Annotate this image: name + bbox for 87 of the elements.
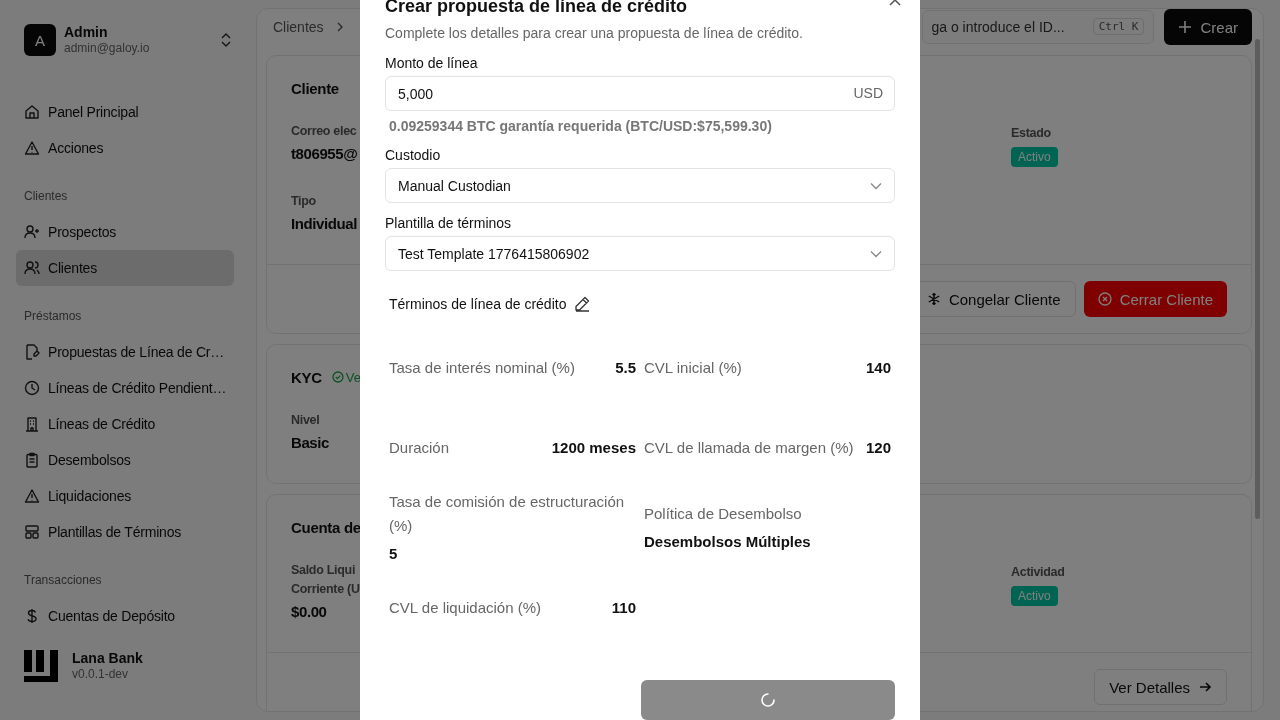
x-circle-icon	[1097, 292, 1112, 306]
field-label: Correo elec	[291, 123, 357, 140]
chevron-down-icon	[870, 249, 882, 258]
template-select[interactable]: Test Template 1776415806902	[385, 236, 895, 271]
clipboard-icon	[24, 452, 40, 468]
field-value: t806955@	[291, 145, 358, 162]
field-value: Individual	[291, 215, 357, 232]
nav-item[interactable]: Líneas de Crédito Pendient…	[16, 370, 235, 406]
snowflake-icon	[926, 292, 941, 306]
currency-suffix: USD	[853, 85, 883, 101]
term-value: 140	[865, 358, 891, 378]
home-icon	[24, 104, 40, 120]
create-button[interactable]: Crear	[1164, 9, 1252, 45]
nav-item[interactable]: Plantillas de Términos	[16, 514, 235, 550]
term-label: Duración	[389, 438, 450, 458]
chevron-right-icon	[335, 21, 344, 33]
collateral-hint: 0.09259344 BTC garantía requerida (BTC/USD:$75,599.30)	[389, 117, 772, 135]
dollar-icon	[24, 608, 40, 624]
term-label: Tasa de comisión de estructuración (%)	[389, 492, 626, 536]
term-label: CVL de llamada de margen (%)	[644, 438, 854, 458]
building-icon	[24, 416, 40, 432]
user-plus-icon	[24, 224, 40, 240]
status-badge: Activo	[1011, 147, 1058, 167]
section-title: Préstamos	[23, 308, 83, 325]
field-label: Actividad	[1011, 564, 1065, 581]
warning-icon	[24, 140, 40, 156]
field-label: Nivel	[291, 412, 320, 429]
document-edit-icon	[24, 344, 40, 360]
clock-icon	[24, 380, 40, 396]
term-value: 110	[611, 598, 636, 618]
check-circle-icon	[331, 371, 344, 383]
term-label: CVL inicial (%)	[644, 358, 742, 378]
details-button[interactable]: Ver Detalles	[1094, 669, 1227, 705]
card-title: Cliente	[291, 79, 339, 97]
scrollbar[interactable]	[1255, 39, 1260, 519]
term-value: 1200 meses	[551, 438, 636, 458]
app-version: v0.0.1-dev	[72, 667, 129, 682]
warning-icon	[24, 488, 40, 504]
card-title: KYC	[291, 368, 322, 386]
term-value: Desembolsos Múltiples	[644, 532, 811, 552]
users-icon	[24, 260, 40, 276]
status-badge: Activo	[1011, 586, 1058, 606]
nav-item[interactable]: Panel Principal	[16, 94, 235, 130]
nav-item[interactable]: Clientes	[16, 250, 235, 286]
section-title: Transacciones	[23, 572, 103, 589]
breadcrumb-link[interactable]: Clientes	[273, 19, 324, 35]
pencil-icon[interactable]	[574, 296, 591, 312]
field-label: Custodio	[385, 146, 441, 165]
term-label: Política de Desembolso	[644, 504, 802, 524]
term-value: 5.5	[615, 358, 636, 378]
term-value: 120	[865, 438, 891, 458]
layout-icon	[24, 524, 40, 540]
nav-item[interactable]: Propuestas de Línea de Cr…	[16, 334, 235, 370]
term-value: 5	[389, 544, 398, 564]
card-title: Cuenta de	[291, 518, 361, 536]
field-label: Saldo Liqui Corriente (U	[291, 562, 360, 598]
verified-label: Ve	[345, 369, 361, 385]
plus-icon	[1178, 20, 1193, 34]
nav-item[interactable]: Acciones	[16, 130, 235, 166]
field-label: Monto de línea	[385, 54, 478, 73]
section-title: Clientes	[23, 188, 69, 205]
nav-item[interactable]: Liquidaciones	[16, 478, 235, 514]
chevron-updown-icon[interactable]	[220, 32, 232, 48]
arrow-right-icon	[1198, 680, 1212, 694]
close-client-button[interactable]: Cerrar Cliente	[1083, 281, 1227, 317]
chevron-down-icon	[870, 181, 882, 190]
shortcut-hint: Ctrl K	[1092, 18, 1145, 35]
custodian-select[interactable]: Manual Custodian	[385, 168, 895, 203]
field-value: Basic	[291, 434, 330, 451]
avatar: A	[24, 24, 56, 56]
field-label: Tipo	[291, 193, 316, 210]
dialog-description: Complete los detalles para crear una propuesta de línea de crédito.	[385, 24, 804, 43]
logo-icon	[24, 650, 60, 682]
spinner-icon	[760, 692, 776, 708]
nav-item[interactable]: Prospectos	[16, 214, 235, 250]
terms-heading: Términos de línea de crédito	[389, 296, 567, 312]
field-label: Plantilla de términos	[385, 214, 512, 233]
nav-item[interactable]: Líneas de Crédito	[16, 406, 235, 442]
app-name: Lana Bank	[72, 650, 143, 667]
field-label: Estado	[1011, 125, 1051, 142]
field-value: $0.00	[291, 603, 327, 620]
term-label: Tasa de interés nominal (%)	[389, 358, 575, 378]
user-email: admin@galoy.io	[64, 41, 150, 56]
nav-item[interactable]: Desembolsos	[16, 442, 235, 478]
user-name: Admin	[64, 24, 108, 41]
nav-item[interactable]: Cuentas de Depósito	[16, 598, 235, 634]
term-label: CVL de liquidación (%)	[389, 598, 542, 618]
